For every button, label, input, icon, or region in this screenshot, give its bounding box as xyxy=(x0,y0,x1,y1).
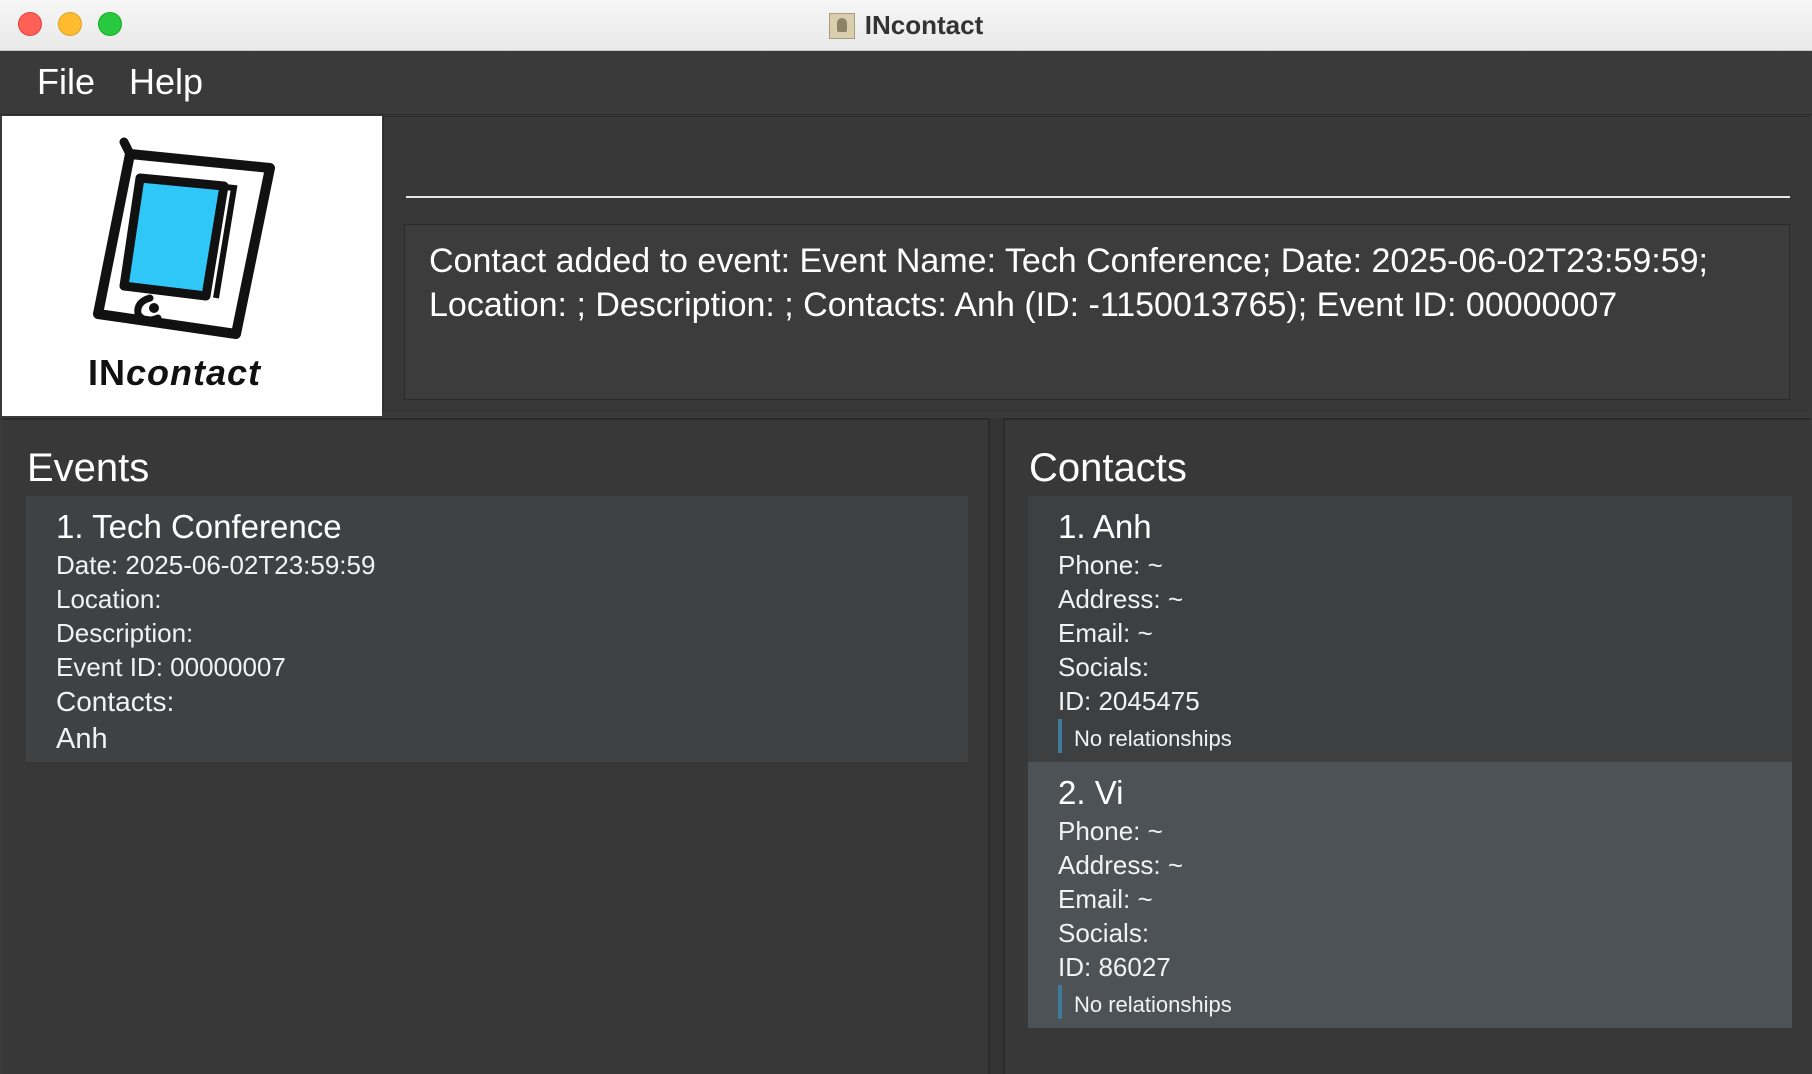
result-line-1: Contact added to event: Event Name: Tech… xyxy=(429,242,1708,280)
contact-email: Email: ~ xyxy=(1058,884,1153,914)
event-date: Date: 2025-06-02T23:59:59 xyxy=(56,550,376,580)
contact-id: ID: 2045475 xyxy=(1058,686,1200,716)
contact-card[interactable]: 1. Anh Phone: ~ Address: ~ Email: ~ Soci… xyxy=(1028,496,1792,762)
event-location: Location: xyxy=(56,584,162,614)
contact-address: Address: ~ xyxy=(1058,850,1184,880)
menu-help[interactable]: Help xyxy=(129,61,203,103)
event-contacts-label: Contacts: xyxy=(56,686,175,717)
logo-panel: INcontact xyxy=(2,116,382,416)
contact-name: 1. Anh xyxy=(1058,508,1152,545)
contact-socials: Socials: xyxy=(1058,918,1150,948)
window-title-text: INcontact xyxy=(864,10,984,40)
events-title: Events xyxy=(27,446,150,490)
panel-divider[interactable] xyxy=(988,418,1005,1074)
menu-bar: File Help xyxy=(0,51,1812,115)
contact-card-selected[interactable]: 2. Vi Phone: ~ Address: ~ Email: ~ Socia… xyxy=(1028,762,1792,1028)
phone-logo-icon xyxy=(93,137,275,339)
contact-email: Email: ~ xyxy=(1058,618,1153,648)
contact-socials: Socials: xyxy=(1058,652,1150,682)
contact-address: Address: ~ xyxy=(1058,584,1184,614)
contacts-title: Contacts xyxy=(1029,446,1187,490)
app-icon xyxy=(828,12,855,39)
event-contact-name: Anh xyxy=(56,723,108,755)
contact-relationships: No relationships xyxy=(1058,985,1232,1019)
contact-phone: Phone: ~ xyxy=(1058,816,1163,846)
title-bar: INcontact xyxy=(0,0,1812,51)
window-title: INcontact xyxy=(0,0,1812,51)
event-description: Description: xyxy=(56,618,194,648)
event-name: 1. Tech Conference xyxy=(56,508,342,545)
contact-id: ID: 86027 xyxy=(1058,952,1171,982)
events-panel: Events 1. Tech Conference Date: 2025-06-… xyxy=(2,418,988,1074)
logo-wordmark: INcontact xyxy=(2,352,347,394)
menu-file[interactable]: File xyxy=(37,61,95,103)
contacts-panel: Contacts 1. Anh Phone: ~ Address: ~ Emai… xyxy=(1005,418,1810,1074)
event-card[interactable]: 1. Tech Conference Date: 2025-06-02T23:5… xyxy=(26,496,968,762)
contact-name: 2. Vi xyxy=(1058,774,1124,811)
logo-suffix: contact xyxy=(125,352,262,393)
result-line-2: Location: ; Description: ; Contacts: Anh… xyxy=(429,286,1618,324)
event-id: Event ID: 00000007 xyxy=(56,652,286,682)
contact-relationships: No relationships xyxy=(1058,719,1232,753)
contact-phone: Phone: ~ xyxy=(1058,550,1163,580)
command-input[interactable] xyxy=(406,130,1790,198)
result-display: Contact added to event: Event Name: Tech… xyxy=(404,224,1790,400)
logo-prefix: IN xyxy=(87,352,126,393)
